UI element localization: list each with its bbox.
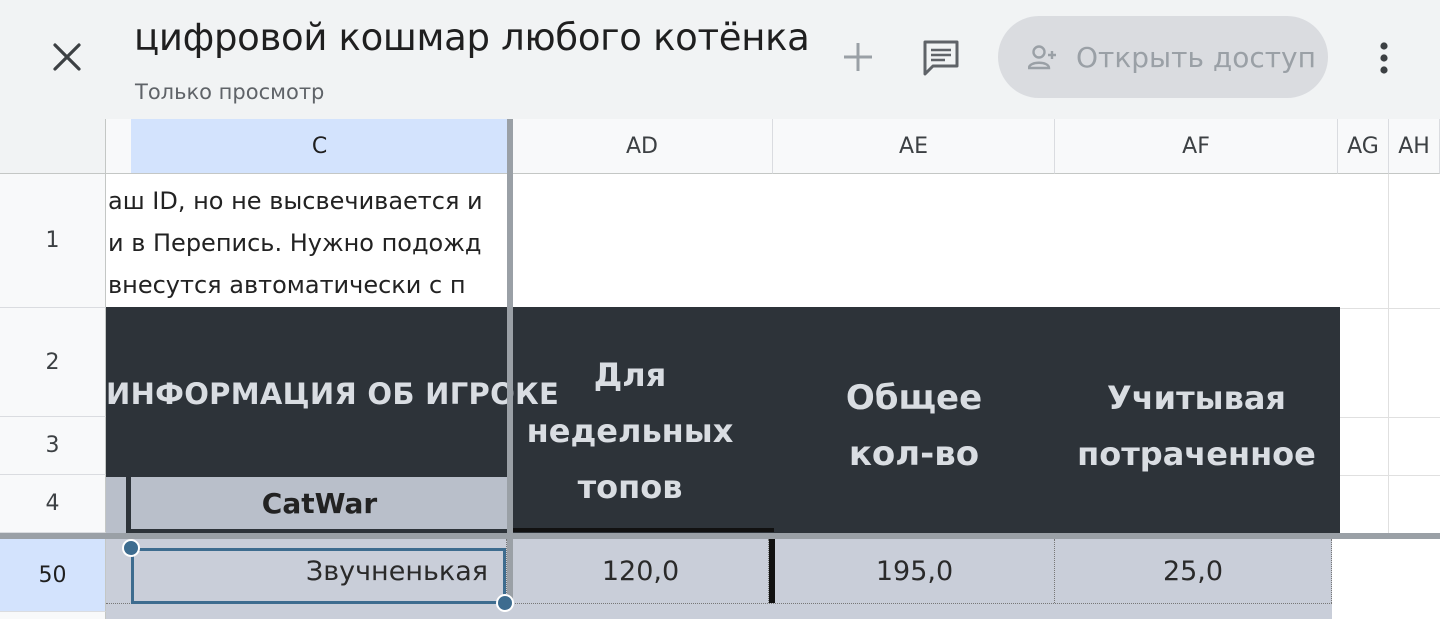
close-button[interactable] (38, 28, 96, 86)
gridline (1340, 417, 1440, 418)
cell-ae50[interactable]: 195,0 (775, 539, 1055, 603)
cell-ad-header-line: Для (593, 356, 667, 394)
column-header-b[interactable] (106, 119, 132, 174)
selected-cell-outline (131, 548, 506, 604)
cell-border (512, 528, 774, 532)
app-bar: цифровой кошмар любого котёнка Только пр… (0, 0, 1440, 119)
more-options-button[interactable] (1362, 34, 1406, 82)
cell-c1-line: аш ID, но не высвечивается и (108, 187, 483, 215)
add-button[interactable] (834, 33, 882, 81)
document-title: цифровой кошмар любого котёнка (134, 16, 810, 59)
row-header-50[interactable]: 50 (0, 539, 106, 612)
cell-ad-header[interactable]: Для недельных топов (512, 347, 748, 515)
person-add-icon (1028, 45, 1056, 70)
selection-start-handle[interactable] (122, 539, 140, 557)
cell-c2[interactable]: ИНФОРМАЦИЯ ОБ ИГРОКЕ (106, 377, 559, 411)
cell-ad-header-line: недельных (526, 412, 734, 450)
gridline (1388, 174, 1389, 534)
cell-af-header[interactable]: Учитывая потраченное (1055, 370, 1338, 482)
row-header-51[interactable] (0, 612, 106, 619)
column-header-ae[interactable]: AE (773, 119, 1055, 174)
table-row (106, 603, 1332, 619)
column-header-af[interactable]: AF (1055, 119, 1338, 174)
share-button-label: Открыть доступ (1076, 40, 1316, 74)
cell-af50[interactable]: 25,0 (1055, 539, 1332, 603)
cell-ae-header-line: Общее (845, 378, 983, 418)
comment-button[interactable] (916, 33, 966, 83)
cell-af-header-line: потраченное (1077, 435, 1316, 473)
view-only-label: Только просмотр (135, 80, 325, 104)
column-header-ad[interactable]: AD (512, 119, 773, 174)
row-header-3[interactable]: 3 (0, 417, 106, 475)
cell-c1-line: и в Перепись. Нужно подожд (108, 229, 482, 257)
column-header-ah[interactable]: AH (1389, 119, 1440, 174)
select-all-corner[interactable] (0, 119, 106, 174)
selection-end-handle[interactable] (496, 594, 514, 612)
row-header-4[interactable]: 4 (0, 475, 106, 533)
column-header-c[interactable]: C (131, 119, 509, 174)
gridline (1340, 475, 1440, 476)
share-button[interactable]: Открыть доступ (998, 16, 1328, 98)
cell-c1-line: внесутся автоматически с п (108, 271, 466, 299)
cell-ad-header-line: топов (577, 468, 683, 506)
plus-icon (844, 43, 872, 71)
more-vert-icon (1380, 42, 1388, 74)
cell-ae-header[interactable]: Общее кол-во (773, 370, 1055, 482)
column-header-ag[interactable]: AG (1338, 119, 1389, 174)
cell-ad50[interactable]: 120,0 (513, 539, 769, 603)
cell-af-header-line: Учитывая (1107, 379, 1286, 417)
cell-ae-header-line: кол-во (848, 434, 980, 474)
row-header-1[interactable]: 1 (0, 174, 106, 308)
cell-c1[interactable]: аш ID, но не высвечивается и и в Перепис… (106, 174, 508, 308)
spreadsheet-grid[interactable]: C AD AE AF AG AH 1 2 3 4 50 аш ID, но не… (0, 119, 1440, 619)
close-icon (53, 43, 81, 71)
comment-icon (923, 40, 959, 76)
cell-c4[interactable]: CatWar (131, 477, 508, 529)
row-header-2[interactable]: 2 (0, 308, 106, 417)
